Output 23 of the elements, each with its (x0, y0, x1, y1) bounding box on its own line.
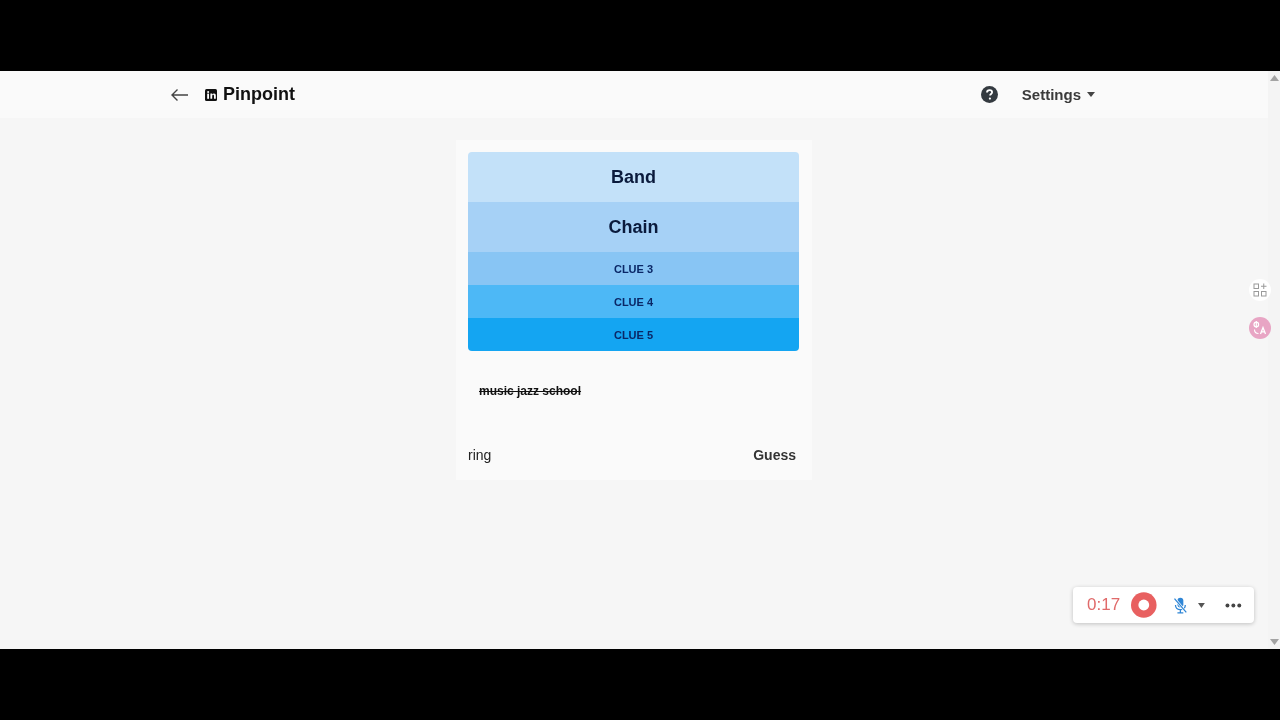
clue-row: Chain (468, 202, 799, 252)
back-arrow-icon[interactable] (170, 87, 189, 102)
record-icon[interactable] (1131, 592, 1157, 618)
more-icon[interactable] (1225, 602, 1242, 608)
logo-icon (205, 88, 217, 101)
guess-button[interactable]: Guess (747, 443, 799, 467)
help-icon[interactable] (980, 86, 998, 103)
recording-timer: 0:17 (1087, 595, 1121, 615)
clue-row: CLUE 3 (468, 252, 799, 285)
settings-dropdown[interactable]: Settings (1021, 86, 1095, 103)
scroll-down-icon[interactable] (1269, 639, 1279, 645)
caret-icon (1087, 92, 1095, 97)
clue-row: CLUE 5 (468, 318, 799, 351)
caret-icon[interactable] (1198, 602, 1206, 608)
microphone-icon[interactable] (1172, 596, 1188, 614)
translate-icon[interactable] (1249, 317, 1271, 339)
clue-row: CLUE 4 (468, 285, 799, 318)
app-title: Pinpoint (223, 84, 295, 105)
scroll-up-icon[interactable] (1269, 75, 1279, 81)
grid-plus-icon[interactable] (1249, 279, 1271, 301)
previous-guess: music jazz school (479, 384, 582, 398)
clue-row: Band (468, 152, 799, 202)
guess-input[interactable]: ring (468, 444, 668, 466)
